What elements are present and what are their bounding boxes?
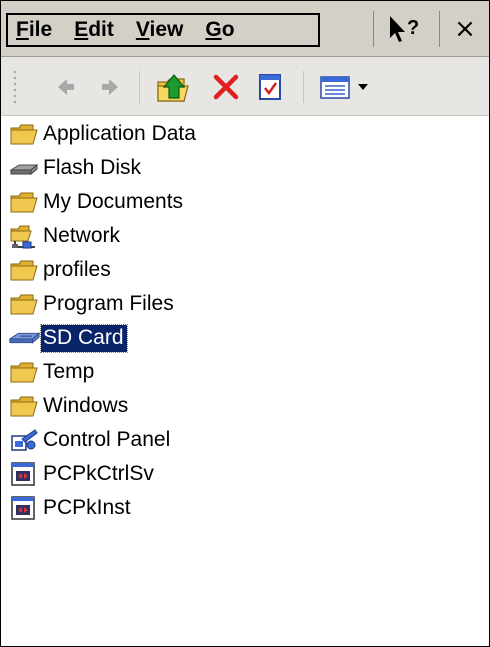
help-button[interactable]: ? — [384, 11, 428, 47]
toolbar-separator — [303, 71, 304, 103]
toolbar — [1, 57, 489, 116]
file-name: SD Card — [40, 323, 128, 353]
folder-icon — [9, 359, 41, 385]
back-button[interactable] — [51, 69, 81, 105]
list-item[interactable]: Control Panel — [9, 424, 173, 456]
forward-arrow-icon — [102, 79, 118, 95]
file-name: PCPkCtrlSv — [43, 461, 154, 485]
file-name: profiles — [43, 257, 111, 281]
menu-file[interactable]: File — [16, 18, 52, 42]
delete-button[interactable] — [209, 69, 243, 105]
menu-view[interactable]: View — [136, 18, 184, 42]
toolbar-separator — [139, 71, 140, 103]
executable-file-icon — [9, 495, 41, 521]
folder-icon — [9, 189, 41, 215]
chevron-down-icon — [358, 84, 368, 90]
list-item[interactable]: PCPkCtrlSv — [9, 458, 157, 490]
delete-x-icon — [213, 74, 239, 100]
up-folder-icon — [157, 74, 189, 102]
menu-box: File Edit View Go — [6, 13, 320, 47]
folder-icon — [9, 393, 41, 419]
file-name: Program Files — [43, 291, 174, 315]
close-button[interactable]: × — [447, 11, 483, 47]
file-name: Network — [43, 223, 121, 247]
disk-drive-icon — [9, 155, 41, 181]
up-folder-button[interactable] — [153, 69, 193, 105]
folder-icon — [9, 291, 41, 317]
list-item[interactable]: profiles — [9, 254, 114, 286]
view-menu-icon — [320, 76, 368, 99]
menu-separator — [373, 11, 374, 47]
properties-icon — [259, 74, 281, 100]
folder-icon — [9, 257, 41, 283]
list-item[interactable]: Application Data — [9, 118, 199, 150]
folder-icon — [9, 121, 41, 147]
list-item[interactable]: Network — [9, 220, 123, 252]
close-icon: × — [454, 14, 476, 44]
toolbar-grip[interactable] — [12, 69, 18, 105]
back-arrow-icon — [58, 79, 74, 95]
sd-card-icon — [9, 325, 41, 351]
pointer-question-icon: ? — [390, 16, 419, 42]
menu-bar: File Edit View Go ? × — [1, 1, 489, 57]
menu-edit[interactable]: Edit — [74, 18, 114, 42]
list-item[interactable]: Program Files — [9, 288, 177, 320]
list-item[interactable]: Temp — [9, 356, 97, 388]
menu-go[interactable]: Go — [205, 18, 234, 42]
list-item[interactable]: My Documents — [9, 186, 186, 218]
list-item[interactable]: Flash Disk — [9, 152, 144, 184]
control-panel-icon — [9, 427, 41, 453]
forward-button[interactable] — [95, 69, 125, 105]
list-item-selected[interactable]: SD Card — [9, 322, 128, 354]
svg-text:?: ? — [407, 17, 419, 39]
file-name: Flash Disk — [43, 155, 142, 179]
file-name: PCPkInst — [43, 495, 131, 519]
file-name: Control Panel — [43, 427, 171, 451]
executable-file-icon — [9, 461, 41, 487]
list-item[interactable]: PCPkInst — [9, 492, 134, 524]
window-frame: File Edit View Go ? × Application Data F… — [0, 0, 490, 647]
file-name: Windows — [43, 393, 129, 417]
file-name: Application Data — [43, 121, 196, 145]
menu-separator — [439, 11, 440, 47]
network-icon — [9, 223, 41, 249]
properties-button[interactable] — [253, 69, 287, 105]
file-name: My Documents — [43, 189, 184, 213]
view-menu-button[interactable] — [315, 69, 375, 105]
file-name: Temp — [43, 359, 95, 383]
list-item[interactable]: Windows — [9, 390, 131, 422]
